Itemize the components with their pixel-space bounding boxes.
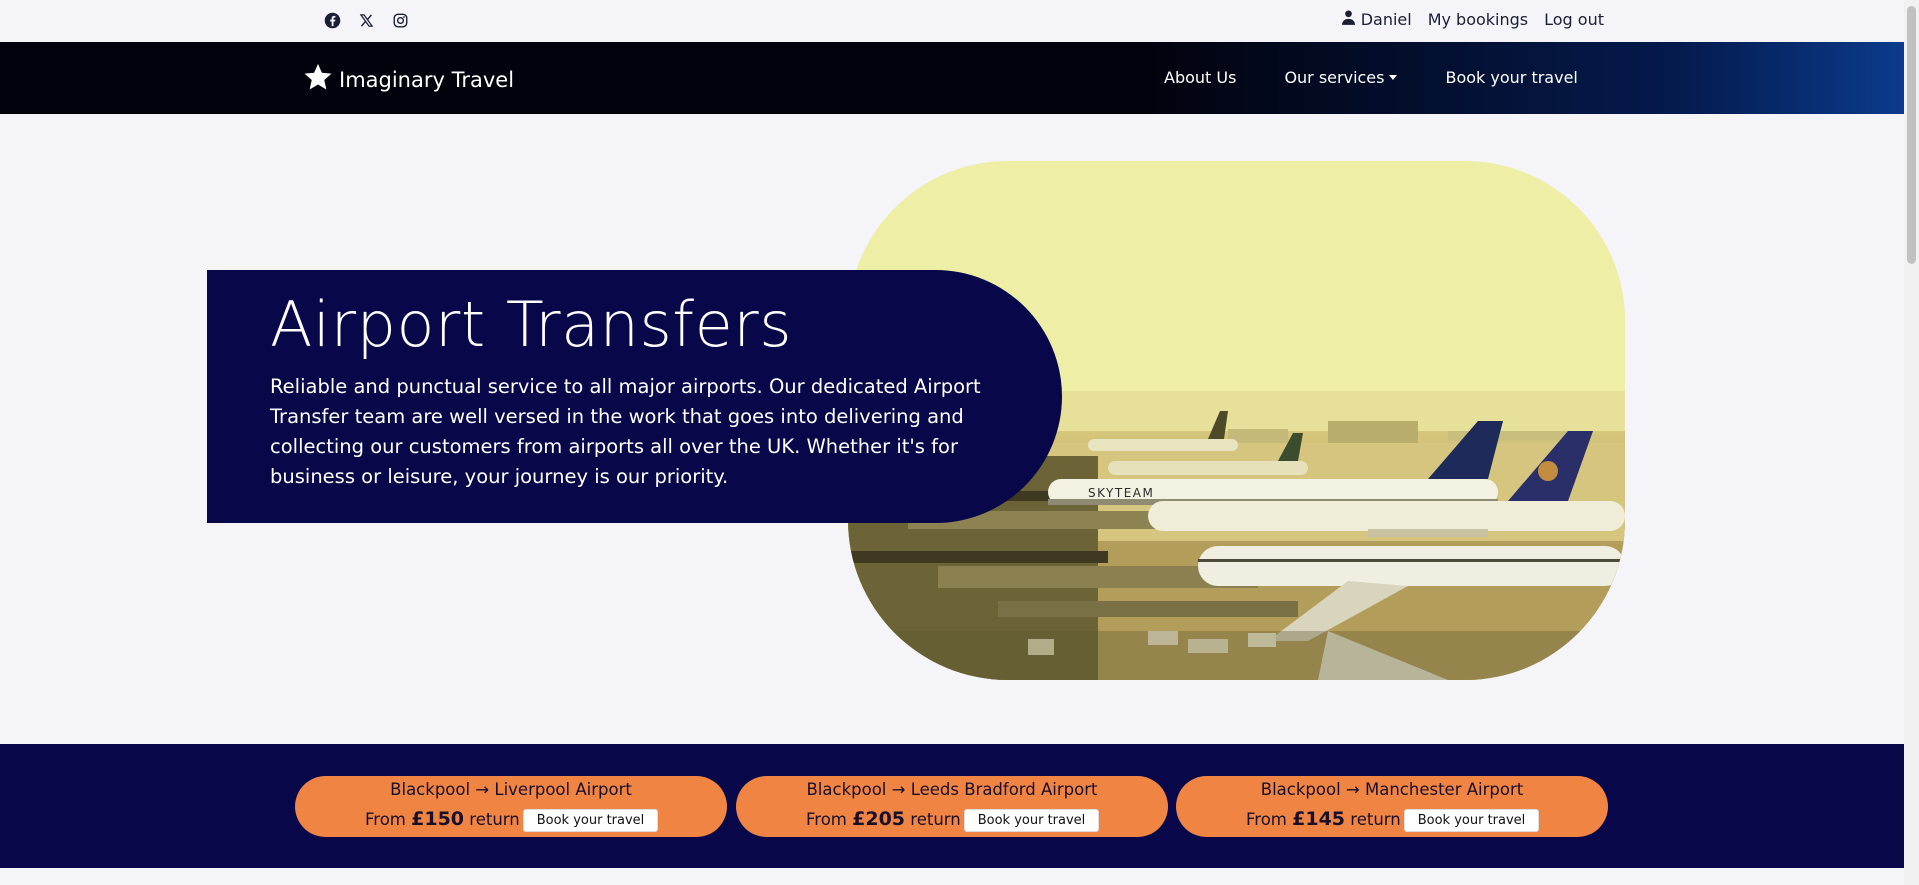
route-name: Blackpool → Liverpool Airport — [390, 780, 632, 799]
x-icon — [359, 13, 374, 28]
user-profile-link[interactable]: Daniel — [1341, 10, 1412, 29]
scrollbar-thumb[interactable] — [1907, 6, 1916, 264]
social-links — [322, 9, 410, 31]
nav-about-us[interactable]: About Us — [1164, 68, 1236, 87]
route-name: Blackpool → Manchester Airport — [1260, 780, 1524, 799]
route-price-from: From — [806, 810, 847, 829]
book-your-travel-button[interactable]: Book your travel — [523, 809, 658, 832]
nav-our-services-dropdown[interactable]: Our services — [1284, 68, 1398, 87]
star-logo-icon — [303, 62, 333, 97]
route-card-leeds-bradford[interactable]: Blackpool → Leeds Bradford Airport From … — [736, 776, 1168, 837]
route-name: Blackpool → Leeds Bradford Airport — [806, 780, 1098, 799]
routes-section: Blackpool → Liverpool Airport From £150 … — [0, 744, 1904, 868]
page-bottom-edge — [0, 868, 1904, 885]
route-price-amount: £150 — [411, 808, 465, 830]
route-price-suffix: return — [1350, 810, 1401, 829]
user-name: Daniel — [1360, 10, 1412, 29]
account-links: Daniel My bookings Log out — [1341, 10, 1604, 29]
nav-book-your-travel[interactable]: Book your travel — [1445, 68, 1577, 87]
route-card-manchester[interactable]: Blackpool → Manchester Airport From £145… — [1176, 776, 1608, 837]
hero-title: Airport Transfers — [270, 288, 793, 361]
route-price-from: From — [1246, 810, 1287, 829]
hero-description: Reliable and punctual service to all maj… — [270, 375, 981, 488]
main-navbar: Imaginary Travel About Us Our services B… — [0, 42, 1904, 114]
facebook-icon — [324, 12, 341, 29]
my-bookings-link[interactable]: My bookings — [1428, 10, 1528, 29]
route-price-amount: £145 — [1292, 808, 1346, 830]
instagram-icon — [393, 13, 408, 28]
logout-link[interactable]: Log out — [1544, 10, 1604, 29]
route-price: From £205 return — [806, 808, 961, 830]
hero-text-panel: Airport Transfers Reliable and punctual … — [207, 270, 1062, 523]
route-price-amount: £205 — [852, 808, 906, 830]
user-icon — [1341, 10, 1355, 29]
route-price-from: From — [365, 810, 406, 829]
x-link[interactable] — [356, 9, 376, 31]
brand-name: Imaginary Travel — [339, 67, 515, 92]
caret-down-icon — [1389, 75, 1398, 80]
nav-our-services-label: Our services — [1284, 68, 1385, 87]
vertical-scrollbar[interactable] — [1904, 0, 1919, 885]
route-price-suffix: return — [469, 810, 520, 829]
route-price-suffix: return — [910, 810, 961, 829]
nav-links: About Us Our services Book your travel — [1164, 68, 1578, 87]
book-your-travel-button[interactable]: Book your travel — [964, 809, 1099, 832]
facebook-link[interactable] — [322, 9, 342, 31]
route-price: From £145 return — [1246, 808, 1401, 830]
skyteam-livery-text: SKYTEAM — [1088, 486, 1154, 500]
book-your-travel-button[interactable]: Book your travel — [1404, 809, 1539, 832]
instagram-link[interactable] — [390, 9, 410, 31]
brand-link[interactable]: Imaginary Travel — [303, 62, 514, 97]
top-utility-bar: Daniel My bookings Log out — [0, 0, 1904, 42]
route-card-liverpool[interactable]: Blackpool → Liverpool Airport From £150 … — [295, 776, 727, 837]
route-price: From £150 return — [365, 808, 520, 830]
